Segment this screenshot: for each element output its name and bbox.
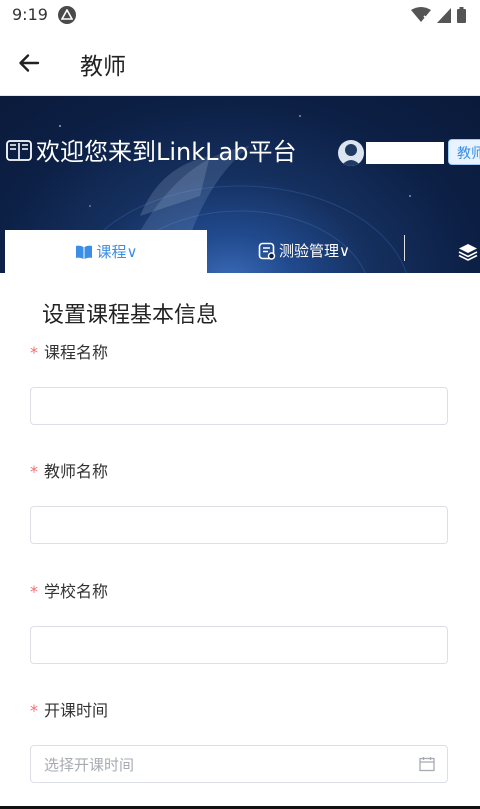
status-bar: 9:19: [0, 0, 480, 30]
tab-course-label: 课程∨: [96, 243, 138, 261]
course-name-input[interactable]: [30, 387, 448, 425]
layers-icon: [458, 244, 478, 261]
required-mark: *: [30, 462, 38, 481]
start-date-picker[interactable]: 选择开课时间: [30, 745, 448, 783]
book-icon: [75, 245, 92, 259]
user-avatar-icon: [341, 144, 361, 166]
required-mark: *: [30, 582, 38, 601]
start-date-label: * 开课时间: [30, 701, 109, 720]
required-mark: *: [30, 701, 38, 720]
quiz-icon: [258, 242, 276, 260]
required-mark: *: [30, 343, 38, 362]
banner-title: 欢迎您来到LinkLab平台: [6, 132, 296, 167]
app-notification-icon: [58, 6, 76, 24]
school-name-label: * 学校名称: [30, 582, 109, 601]
tab-course[interactable]: 课程∨: [5, 230, 207, 273]
teacher-name-input[interactable]: [30, 506, 448, 544]
course-name-label: * 课程名称: [30, 343, 109, 362]
tab-quiz-label: 测验管理∨: [279, 242, 350, 260]
tab-quiz-management[interactable]: 测验管理∨: [258, 240, 350, 261]
role-badge[interactable]: 教师: [448, 139, 480, 165]
nav-bar: 课程∨ 测验管理∨: [0, 230, 480, 273]
user-name-field: [366, 142, 444, 164]
status-icons: [411, 7, 466, 23]
arrow-left-icon: [19, 54, 40, 72]
school-name-input[interactable]: [30, 626, 448, 664]
back-button[interactable]: [14, 48, 44, 78]
start-date-placeholder: 选择开课时间: [44, 756, 135, 774]
teacher-name-label: * 教师名称: [30, 462, 109, 481]
status-time: 9:19: [12, 5, 48, 24]
layers-menu-button[interactable]: [458, 242, 478, 266]
nav-divider: [404, 235, 405, 261]
form-heading: 设置课程基本信息: [42, 303, 219, 328]
book-open-icon: [6, 139, 32, 161]
calendar-icon[interactable]: [419, 756, 435, 772]
welcome-text: 欢迎您来到LinkLab平台: [36, 138, 297, 166]
page-title: 教师: [80, 54, 126, 80]
signal-icon: [437, 7, 451, 23]
app-bar: 教师: [0, 30, 480, 96]
banner: 欢迎您来到LinkLab平台 教师 课程∨ 测验管理∨: [0, 96, 480, 273]
wifi-icon: [411, 7, 431, 22]
battery-icon: [457, 7, 466, 23]
avatar[interactable]: [338, 140, 364, 166]
